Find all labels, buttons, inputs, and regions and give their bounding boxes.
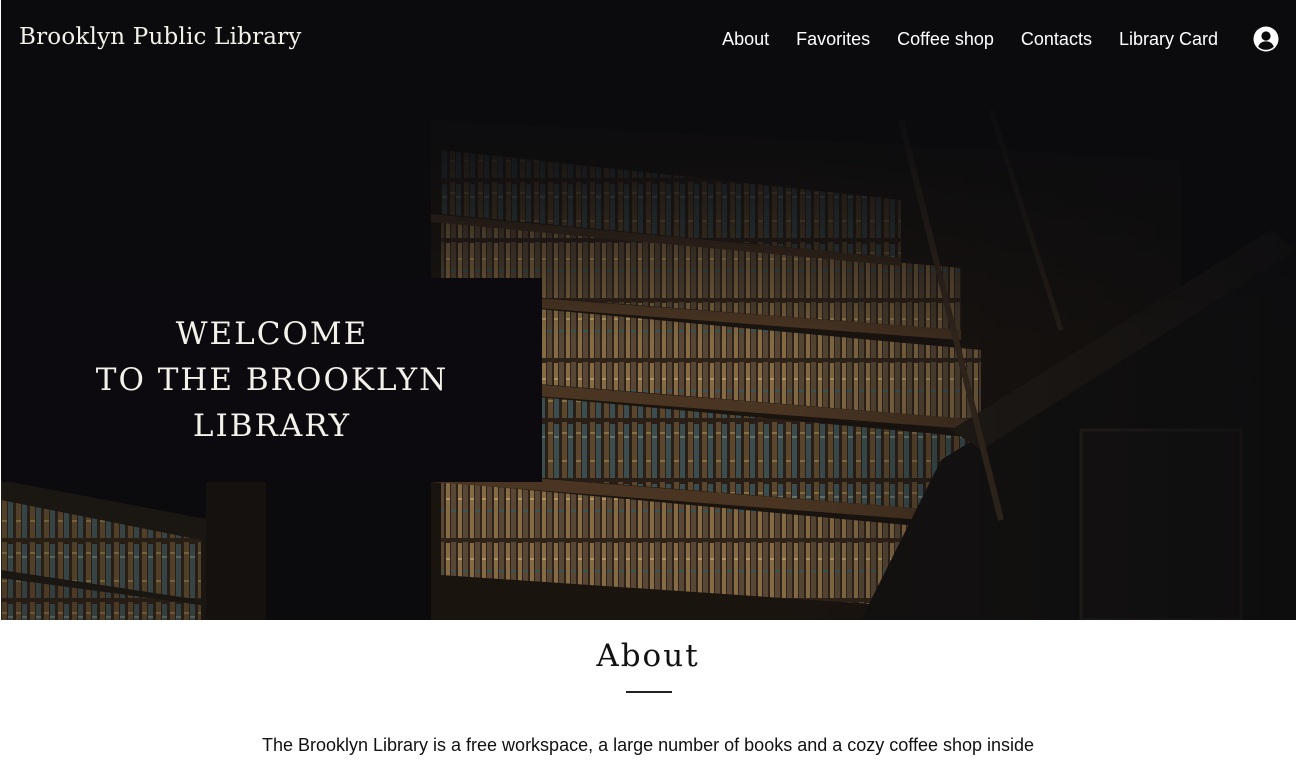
- page: WELCOME TO THE BROOKLYN LIBRARY Brooklyn…: [0, 0, 1296, 782]
- about-text: The Brooklyn Library is a free workspace…: [261, 735, 1035, 755]
- brand-title: Brooklyn Public Library: [19, 24, 302, 50]
- nav-link-favorites[interactable]: Favorites: [796, 29, 870, 50]
- nav-link-library-card[interactable]: Library Card: [1119, 29, 1218, 50]
- nav-link-coffee-shop[interactable]: Coffee shop: [897, 29, 994, 50]
- about-title: About: [596, 638, 700, 674]
- about-section: About The Brooklyn Library is a free wor…: [0, 620, 1296, 782]
- site-header: Brooklyn Public Library About Favorites …: [1, 0, 1296, 80]
- profile-button[interactable]: [1253, 26, 1279, 52]
- welcome-line: WELCOME: [175, 316, 369, 352]
- about-divider: [626, 691, 672, 693]
- nav-link-about[interactable]: About: [722, 29, 769, 50]
- main-nav: About Favorites Coffee shop Contacts Lib…: [722, 29, 1218, 50]
- welcome-box: WELCOME TO THE BROOKLYN LIBRARY: [2, 278, 542, 482]
- user-circle-icon: [1253, 26, 1279, 52]
- welcome-line: TO THE BROOKLYN: [95, 362, 449, 398]
- nav-link-contacts[interactable]: Contacts: [1021, 29, 1092, 50]
- welcome-line: LIBRARY: [192, 408, 352, 444]
- hero-section: WELCOME TO THE BROOKLYN LIBRARY: [1, 0, 1296, 620]
- welcome-heading: WELCOME TO THE BROOKLYN LIBRARY: [96, 311, 448, 449]
